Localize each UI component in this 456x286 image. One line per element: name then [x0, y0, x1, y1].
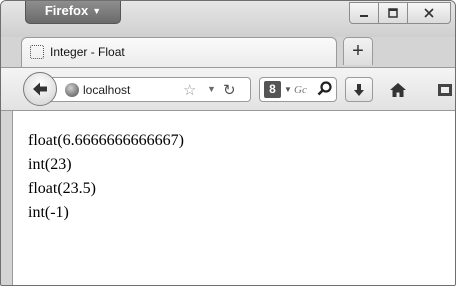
page-content: float(6.6666666666667) int(23) float(23.… [12, 111, 455, 285]
home-icon [390, 82, 406, 97]
tab-title: Integer - Float [50, 45, 125, 59]
close-icon [424, 8, 434, 18]
new-tab-button[interactable]: + [343, 37, 373, 65]
output-line: int(23) [28, 156, 72, 173]
title-bar: Firefox ▼ [1, 1, 455, 37]
firefox-menu-label: Firefox [44, 3, 89, 18]
toolbar-extra-button[interactable] [431, 77, 455, 102]
download-arrow-icon [354, 83, 364, 96]
bookmark-star-icon[interactable]: ☆ [183, 81, 196, 99]
output-lines: float(6.6666666666667) int(23) float(23.… [28, 129, 184, 225]
tab-integer-float[interactable]: Integer - Float [21, 37, 337, 67]
back-button[interactable] [23, 72, 57, 106]
history-dropdown-icon[interactable]: ▼ [207, 84, 216, 94]
search-bar[interactable]: 8 ▼ Gc [259, 77, 337, 102]
downloads-button[interactable] [345, 77, 373, 102]
bookmarks-icon [438, 83, 452, 96]
firefox-menu-button[interactable]: Firefox ▼ [25, 1, 121, 24]
minimize-icon [360, 15, 368, 17]
output-line: float(6.6666666666667) [28, 132, 184, 149]
browser-window: Firefox ▼ Integer - Float + localhost ☆ ▼… [0, 0, 456, 286]
reload-icon[interactable]: ↻ [223, 81, 236, 99]
navigation-toolbar: localhost ☆ ▼ ↻ 8 ▼ Gc [1, 67, 455, 111]
back-arrow-icon [33, 82, 47, 96]
url-text: localhost [83, 83, 131, 97]
output-line: float(23.5) [28, 180, 96, 197]
home-button[interactable] [378, 77, 418, 102]
url-bar[interactable]: localhost ☆ ▼ ↻ [51, 77, 251, 102]
maximize-button[interactable] [378, 2, 408, 24]
window-controls [349, 2, 451, 26]
globe-icon [65, 83, 79, 97]
search-engine-icon[interactable]: 8 [264, 81, 281, 98]
close-button[interactable] [407, 2, 451, 24]
engine-dropdown-icon[interactable]: ▼ [284, 85, 292, 94]
output-line: int(-1) [28, 204, 69, 221]
chevron-down-icon: ▼ [92, 6, 102, 16]
search-icon[interactable] [316, 80, 334, 98]
maximize-icon [388, 8, 398, 18]
minimize-button[interactable] [349, 2, 379, 24]
blank-page-icon [30, 45, 44, 59]
search-placeholder: Gc [294, 84, 307, 96]
